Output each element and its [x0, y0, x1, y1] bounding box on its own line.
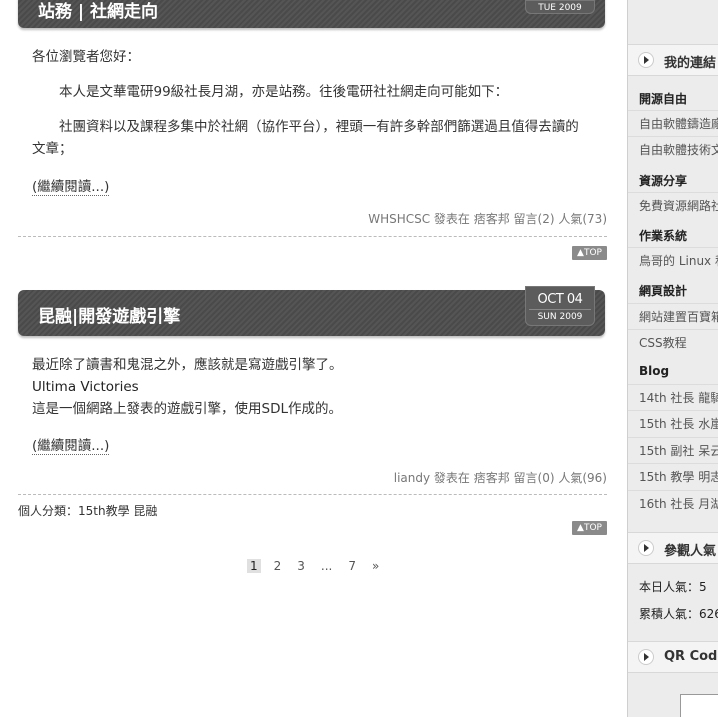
sidebar-link[interactable]: 網站建置百寶箱 — [628, 303, 718, 329]
read-more-link[interactable]: (繼續閱讀...) — [32, 175, 110, 196]
read-more-link[interactable]: (繼續閱讀...) — [32, 434, 110, 455]
visitors-block-title[interactable]: 參觀人氣 — [628, 532, 718, 564]
divider — [18, 236, 607, 237]
links-title: 我的連結 — [664, 56, 717, 71]
post-paragraph: 文章； — [32, 141, 73, 157]
date-sub: SUN 2009 — [529, 309, 591, 326]
date-badge: OCT 04 SUN 2009 — [525, 286, 595, 326]
arrow-right-icon — [638, 52, 654, 68]
back-to-top-button[interactable]: ▲TOP — [572, 521, 607, 535]
sidebar-link[interactable]: 免費資源網路社 — [628, 192, 718, 218]
post-paragraph: 這是一個網路上發表的遊戲引擎，使用SDL作成的。 — [32, 401, 342, 417]
sidebar-link[interactable]: CSS教程 — [628, 329, 718, 355]
post-header: 昆融|開發遊戲引擎 OCT 04 SUN 2009 — [18, 286, 605, 336]
main-content: 站務 | 社網走向 TUE 2009 各位瀏覽者您好： 本人是文華電研99級社長… — [0, 0, 627, 717]
arrow-right-icon — [638, 540, 654, 556]
post-header: 站務 | 社網走向 TUE 2009 — [18, 0, 605, 28]
link-group-name: Blog — [639, 364, 670, 378]
link-group-name: 作業系統 — [639, 229, 688, 243]
arrow-right-icon — [638, 649, 654, 665]
total-visitors: 累積人氣：626 — [639, 607, 718, 621]
sidebar-link[interactable]: 自由軟體技術文 — [628, 136, 718, 162]
divider — [18, 494, 607, 495]
post-title[interactable]: 站務 | 社網走向 — [38, 0, 158, 22]
post-link-text[interactable]: Ultima Victories — [32, 376, 139, 398]
date-main: OCT 04 — [537, 292, 583, 307]
page-3[interactable]: 3 — [294, 559, 308, 573]
qr-title: QR Code — [664, 649, 718, 664]
pagination: 1 2 3... 7 » — [247, 559, 392, 573]
sidebar-link[interactable]: 15th 社長 水嵐 — [628, 410, 718, 436]
post-meta: liandy 發表在 痞客邦 留言(0) 人氣(96) — [393, 471, 607, 485]
page-2[interactable]: 2 — [271, 559, 285, 573]
sidebar-link[interactable]: 16th 社長 月湖 — [628, 490, 718, 516]
date-sub: TUE 2009 — [538, 3, 582, 13]
sidebar: 我的連結 開源自由 自由軟體鑄造廠 自由軟體技術文 資源分享 免費資源網路社 作… — [627, 0, 718, 717]
link-group-name: 網頁設計 — [639, 284, 688, 298]
post-category[interactable]: 個人分類：15th教學 昆融 — [18, 502, 157, 519]
post-paragraph: 社團資料以及課程多集中於社網（協作平台），裡頭一有許多幹部們篩選過且值得去讀的 — [59, 119, 579, 135]
qr-block-title[interactable]: QR Code — [628, 641, 718, 673]
visitors-title: 參觀人氣 — [664, 544, 717, 559]
link-group-name: 開源自由 — [639, 92, 688, 106]
sidebar-link[interactable]: 15th 教學 明志 — [628, 463, 718, 489]
link-group-name: 資源分享 — [639, 174, 688, 188]
qr-code-image — [680, 694, 718, 717]
page-1[interactable]: 1 — [247, 559, 261, 573]
post-title[interactable]: 昆融|開發遊戲引擎 — [38, 302, 180, 327]
page-ellipsis: ... — [320, 559, 333, 573]
post-paragraph: 本人是文華電研99級社長月湖，亦是站務。往後電研社社網走向可能如下： — [59, 84, 509, 100]
date-badge: TUE 2009 — [525, 0, 595, 14]
back-to-top-button[interactable]: ▲TOP — [572, 246, 607, 260]
sidebar-link[interactable]: 鳥哥的 Linux 私 — [628, 247, 718, 273]
page-7[interactable]: 7 — [345, 559, 359, 573]
links-block-title[interactable]: 我的連結 — [628, 44, 718, 76]
next-page[interactable]: » — [369, 559, 382, 573]
today-visitors: 本日人氣：5 — [639, 580, 707, 594]
post-paragraph: 各位瀏覽者您好： — [32, 49, 140, 65]
post-paragraph: 最近除了讀書和鬼混之外，應該就是寫遊戲引擎了。 — [32, 357, 343, 373]
sidebar-link[interactable]: 14th 社長 龍騎 — [628, 384, 718, 410]
sidebar-link[interactable]: 自由軟體鑄造廠 — [628, 110, 718, 136]
sidebar-link[interactable]: 15th 副社 呆云 — [628, 437, 718, 463]
post-meta: WHSHCSC 發表在 痞客邦 留言(2) 人氣(73) — [368, 212, 607, 226]
